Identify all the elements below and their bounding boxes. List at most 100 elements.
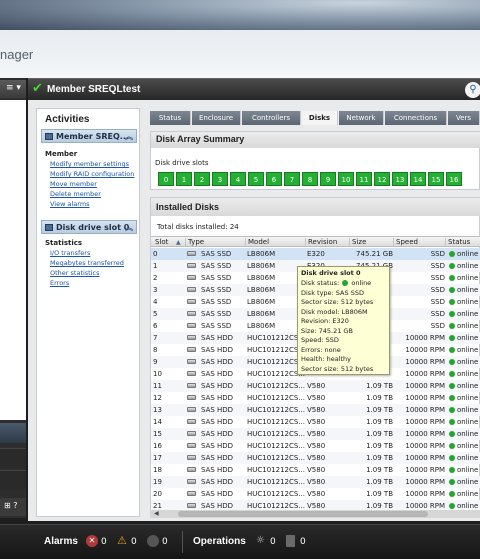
slot-activity-box[interactable]: Disk drive slot 0 ︽ (41, 220, 137, 234)
slot-box[interactable]: 3 (212, 172, 228, 186)
table-row[interactable]: 15 SAS HDD HUC101212CS... V580 1.09 TB 10000 … (151, 428, 480, 440)
table-row[interactable]: 0 SAS SSD LB806M E320 745.21 GB SSD online (151, 248, 480, 260)
horizontal-scrollbar[interactable]: ◀ (150, 510, 480, 518)
online-status-icon (449, 383, 455, 389)
left-panel-section-2[interactable] (0, 448, 26, 468)
slot-box[interactable]: 4 (230, 172, 246, 186)
cell-model: HUC101212CS... (247, 454, 305, 462)
tab-versions[interactable]: Vers (448, 111, 480, 125)
slot-box[interactable]: 14 (410, 172, 426, 186)
member-header: ✔ Member SREQLtest ⚲ (28, 78, 480, 100)
link-modify-raid[interactable]: Modify RAID configuration (50, 170, 134, 178)
operations-label[interactable]: Operations (193, 536, 246, 547)
cell-type: SAS SSD (201, 286, 232, 294)
disk-icon (187, 467, 196, 472)
slot-box[interactable]: 7 (284, 172, 300, 186)
link-modify-member-settings[interactable]: Modify member settings (50, 160, 129, 168)
cell-status: online (457, 298, 479, 306)
link-view-alarms[interactable]: View alarms (50, 200, 90, 208)
col-size[interactable]: Size (349, 238, 393, 247)
slot-box[interactable]: 12 (374, 172, 390, 186)
slot-box[interactable]: 5 (248, 172, 264, 186)
link-megabytes-transferred[interactable]: Megabytes transferred (50, 259, 124, 267)
online-status-icon (449, 347, 455, 353)
tab-enclosure[interactable]: Enclosure (192, 111, 241, 125)
cell-speed: SSD (430, 262, 445, 270)
cell-model: HUC101212CS... (247, 442, 305, 450)
left-panel-header[interactable]: ≡ ▾ (0, 80, 26, 98)
table-row[interactable]: 14 SAS HDD HUC101212CS... V580 1.09 TB 10000 … (151, 416, 480, 428)
link-errors[interactable]: Errors (50, 279, 69, 287)
cell-slot: 17 (153, 454, 162, 462)
col-status[interactable]: Status (445, 238, 480, 247)
table-row[interactable]: 20 SAS HDD HUC101212CS... V580 1.09 TB 10000 … (151, 488, 480, 500)
info-alarm-count: 0 (162, 537, 168, 547)
cell-type: SAS SSD (201, 274, 232, 282)
online-status-icon (449, 419, 455, 425)
cell-status: online (457, 394, 479, 402)
tab-controllers[interactable]: Controllers (242, 111, 301, 125)
link-other-statistics[interactable]: Other statistics (50, 269, 100, 277)
cell-revision: V580 (307, 442, 326, 450)
tab-status[interactable]: Status (150, 111, 191, 125)
slot-box[interactable]: 16 (446, 172, 462, 186)
table-row[interactable]: 19 SAS HDD HUC101212CS... V580 1.09 TB 10000 … (151, 476, 480, 488)
table-row[interactable]: 12 SAS HDD HUC101212CS... V580 1.09 TB 10000 … (151, 392, 480, 404)
cell-type: SAS SSD (201, 250, 232, 258)
warning-alarm-icon[interactable]: ⚠ (117, 535, 129, 547)
table-row[interactable]: 18 SAS HDD HUC101212CS... V580 1.09 TB 10000 … (151, 464, 480, 476)
cell-status: online (457, 250, 479, 258)
slot-box[interactable]: 10 (338, 172, 354, 186)
left-panel-icons[interactable]: ⊞ ? (0, 498, 26, 516)
alarms-label[interactable]: Alarms (44, 536, 78, 547)
info-alarm-icon[interactable] (147, 535, 159, 547)
col-speed[interactable]: Speed (393, 238, 445, 247)
left-panel-section-1[interactable] (0, 423, 26, 443)
table-row[interactable]: 16 SAS HDD HUC101212CS... V580 1.09 TB 10000 … (151, 440, 480, 452)
member-activity-box[interactable]: Member SREQ... ︽ (41, 129, 137, 143)
slot-box[interactable]: 15 (428, 172, 444, 186)
cell-slot: 2 (153, 274, 158, 282)
disk-icon (187, 395, 196, 400)
cell-speed: 10000 RPM (405, 466, 445, 474)
left-panel-section-3[interactable] (0, 470, 26, 490)
sort-ascending-icon[interactable]: ▲ (176, 239, 181, 246)
collapse-icon[interactable]: ︽ (125, 222, 133, 233)
scrollbar-thumb[interactable] (178, 511, 428, 517)
disk-icon (187, 299, 196, 304)
slot-box[interactable]: 9 (320, 172, 336, 186)
col-revision[interactable]: Revision (305, 238, 349, 247)
link-delete-member[interactable]: Delete member (50, 190, 101, 198)
tab-connections[interactable]: Connections (385, 111, 447, 125)
slot-box[interactable]: 0 (158, 172, 174, 186)
cell-speed: 10000 RPM (405, 478, 445, 486)
slot-box[interactable]: 11 (356, 172, 372, 186)
slot-box[interactable]: 13 (392, 172, 408, 186)
scroll-left-icon[interactable]: ◀ (154, 510, 159, 517)
table-row[interactable]: 13 SAS HDD HUC101212CS... V580 1.09 TB 10000 … (151, 404, 480, 416)
collapse-icon[interactable]: ︽ (125, 131, 133, 142)
queued-operations-icon[interactable] (286, 535, 295, 547)
cell-slot: 6 (153, 322, 158, 330)
table-row[interactable]: 17 SAS HDD HUC101212CS... V580 1.09 TB 10000 … (151, 452, 480, 464)
search-icon[interactable]: ⚲ (465, 82, 480, 98)
slot-box[interactable]: 6 (266, 172, 282, 186)
col-type[interactable]: Type (185, 238, 245, 247)
member-section-title: Member (45, 150, 78, 158)
table-row[interactable]: 11 SAS HDD HUC101212CS... V580 1.09 TB 10000 … (151, 380, 480, 392)
queued-operations-count: 0 (300, 537, 306, 547)
slot-box[interactable]: 8 (302, 172, 318, 186)
link-move-member[interactable]: Move member (50, 180, 97, 188)
cell-size: 1.09 TB (366, 394, 393, 402)
col-model[interactable]: Model (245, 238, 305, 247)
tab-network[interactable]: Network (339, 111, 384, 125)
slot-box[interactable]: 2 (194, 172, 210, 186)
link-io-transfers[interactable]: I/O transfers (50, 249, 90, 257)
tab-disks[interactable]: Disks (302, 111, 338, 125)
disk-array-summary: Disk Array Summary Disk drive slots 0123… (150, 131, 480, 190)
running-operations-icon[interactable]: ☼ (256, 535, 268, 547)
left-panel-tree[interactable] (0, 100, 26, 420)
slot-box[interactable]: 1 (176, 172, 192, 186)
critical-alarm-icon[interactable]: ✕ (86, 535, 98, 547)
cell-speed: SSD (430, 250, 445, 258)
